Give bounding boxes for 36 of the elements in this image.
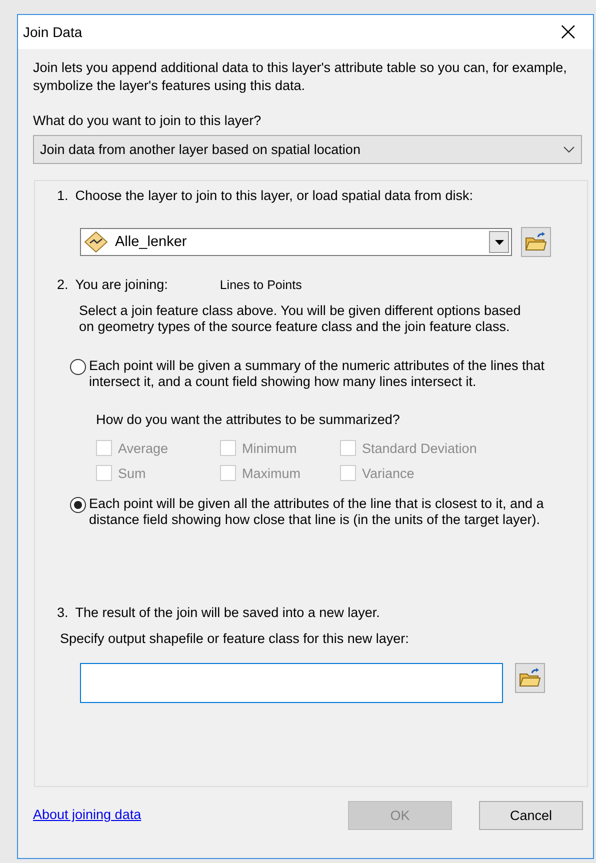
checkbox-label: Sum xyxy=(118,466,146,480)
output-prompt: Specify output shapefile or feature class for this new layer: xyxy=(60,631,410,646)
option-text: Each point will be given a summary of the numeric attributes of the lines that intersect it, and a count field showing how many lines intersect it. xyxy=(89,358,546,390)
radio-button[interactable] xyxy=(70,359,86,375)
question-label: What do you want to join to this layer? xyxy=(33,113,262,128)
folder-icon xyxy=(519,668,541,688)
dialog-button[interactable]: Cancel xyxy=(479,801,583,830)
joining-value: Lines to Points xyxy=(220,278,302,292)
step-label: The result of the join will be saved into a new layer. xyxy=(75,605,380,620)
browse-button[interactable] xyxy=(515,663,545,693)
close-button[interactable]: × xyxy=(553,19,583,45)
chevron-icon xyxy=(563,146,575,154)
checkbox-label: Variance xyxy=(362,466,414,480)
folder-icon xyxy=(525,232,547,252)
join-type-dropdown[interactable]: Join data from another layer based on spatial location xyxy=(33,135,582,164)
layer-dropdown[interactable]: Alle_lenker xyxy=(80,228,512,256)
browse-button[interactable] xyxy=(521,227,551,257)
caret-icon xyxy=(494,240,504,244)
step-label: Choose the layer to join to this layer, or load spatial data from disk: xyxy=(75,188,473,203)
step-number: 3. xyxy=(57,605,68,620)
line-layer-icon xyxy=(83,231,109,253)
step-number: 2. xyxy=(57,277,68,292)
description-text: Select a join feature class above. You will be given different options based on geometry types of the source feature class and the join feature class. xyxy=(79,303,522,335)
radio-button[interactable] xyxy=(70,497,86,513)
checkbox-label: Average xyxy=(118,440,168,456)
checkbox-label: Maximum xyxy=(242,466,301,480)
output-field[interactable] xyxy=(80,663,503,703)
step-label: You are joining: xyxy=(75,277,168,292)
window-title: Join Data xyxy=(23,24,82,40)
checkbox-label: Standard Deviation xyxy=(362,440,477,456)
step-number: 1. xyxy=(57,188,68,203)
option-text: Each point will be given all the attributes of the line that is closest to it, and a distance field showing how close that line is (in the units of the target layer). xyxy=(89,496,545,528)
help-link[interactable]: About joining data xyxy=(33,807,142,822)
checkbox-label: Minimum xyxy=(242,440,297,456)
intro-text: Join lets you append additional data to this layer's attribute table so you can, for example, symbolize the layer's features using this data. xyxy=(33,59,568,95)
summary-question: How do you want the attributes to be summarized? xyxy=(96,412,401,427)
